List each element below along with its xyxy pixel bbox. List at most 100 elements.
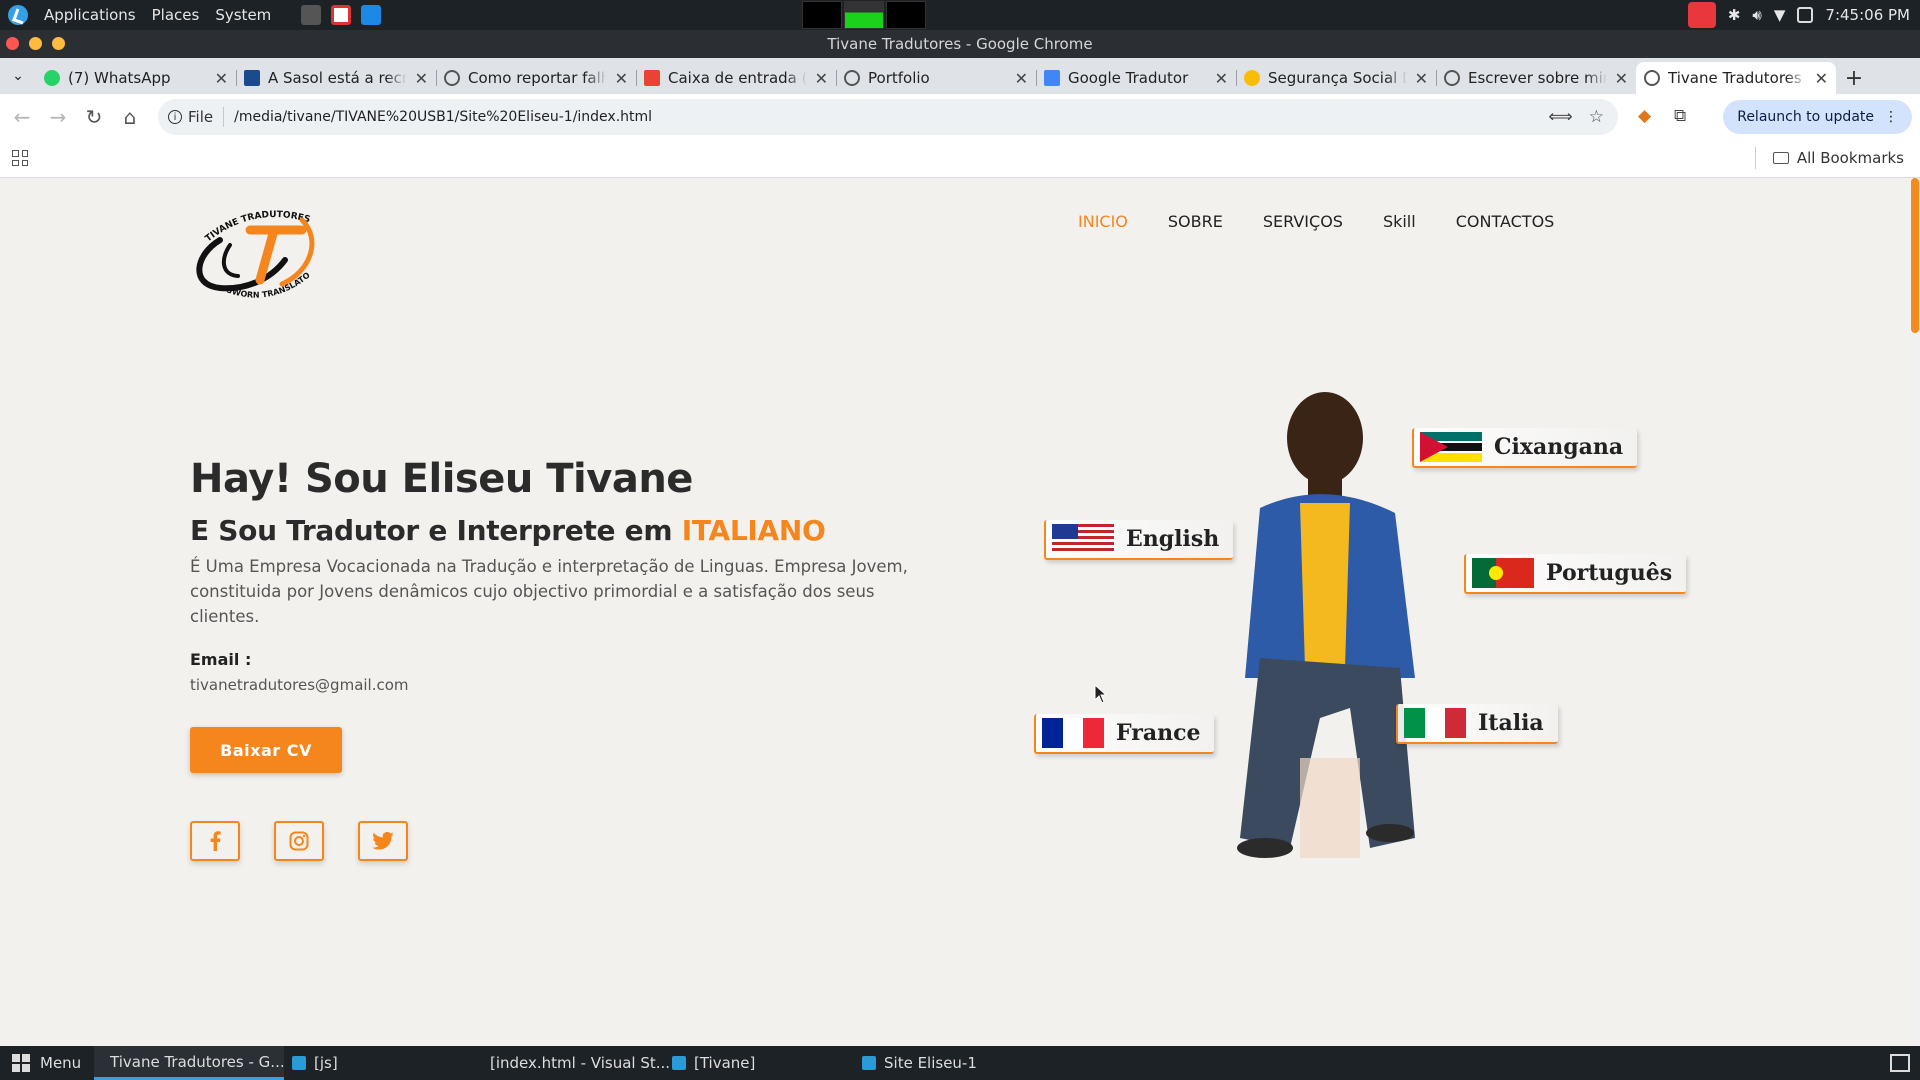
system-top-panel: Applications Places System ✱ 🔊︎ ▼ 7:45:0… bbox=[0, 0, 1920, 30]
maximize-window-button[interactable] bbox=[52, 37, 65, 50]
bookmark-star-icon[interactable]: ☆ bbox=[1589, 107, 1604, 127]
tab-como-reportar[interactable]: Como reportar falh ✕ bbox=[436, 62, 636, 94]
web-page: TIVANE TRADUTORES SWORN TRANSLATOR INICI… bbox=[0, 178, 1920, 1046]
back-arrow-icon[interactable]: ← bbox=[4, 105, 40, 129]
social-links bbox=[190, 821, 408, 861]
language-tag-italia: Italia bbox=[1396, 704, 1558, 744]
apps-grid-icon[interactable] bbox=[12, 150, 28, 166]
new-tab-button[interactable]: + bbox=[1836, 62, 1872, 94]
battery-icon[interactable] bbox=[1797, 7, 1814, 23]
italy-flag-icon bbox=[1404, 708, 1466, 738]
globe-favicon-icon bbox=[844, 70, 860, 86]
nav-contactos[interactable]: CONTACTOS bbox=[1456, 212, 1555, 231]
globe-favicon-icon bbox=[1644, 70, 1660, 86]
usa-flag-icon bbox=[1052, 524, 1114, 554]
google-translate-favicon-icon bbox=[1044, 70, 1060, 86]
close-tab-icon[interactable]: ✕ bbox=[615, 69, 628, 88]
all-bookmarks-button[interactable]: All Bookmarks bbox=[1754, 147, 1904, 169]
folder-icon bbox=[862, 1056, 876, 1070]
browser-toolbar: ← → ↻ ⌂ i File /media/tivane/TIVANE%20US… bbox=[0, 94, 1920, 140]
nav-servicos[interactable]: SERVIÇOS bbox=[1263, 212, 1343, 231]
close-tab-icon[interactable]: ✕ bbox=[415, 69, 428, 88]
places-menu[interactable]: Places bbox=[152, 6, 200, 24]
close-tab-icon[interactable]: ✕ bbox=[1415, 69, 1428, 88]
close-tab-icon[interactable]: ✕ bbox=[815, 69, 828, 88]
distro-logo-icon[interactable] bbox=[8, 5, 28, 25]
taskbar-item-js-folder[interactable]: [js] bbox=[284, 1046, 474, 1080]
hero-subtitle: E Sou Tradutor e Interprete em ITALIANO bbox=[190, 514, 826, 547]
download-cv-button[interactable]: Baixar CV bbox=[190, 727, 342, 773]
nav-inicio[interactable]: INICIO bbox=[1078, 212, 1128, 231]
hero-language-accent: ITALIANO bbox=[681, 514, 826, 547]
home-icon[interactable]: ⌂ bbox=[112, 105, 148, 129]
sasol-favicon-icon bbox=[244, 70, 260, 86]
tab-sasol[interactable]: A Sasol está a recru ✕ bbox=[236, 62, 436, 94]
globe-favicon-icon bbox=[444, 70, 460, 86]
mouse-cursor-icon bbox=[1094, 684, 1108, 704]
close-window-button[interactable] bbox=[6, 37, 19, 50]
site-nav: INICIO SOBRE SERVIÇOS Skill CONTACTOS bbox=[1078, 212, 1554, 231]
bluetooth-icon[interactable]: ✱ bbox=[1728, 6, 1741, 24]
tab-search-chevron-icon[interactable]: ⌄ bbox=[0, 58, 36, 94]
tab-tivane-tradutores[interactable]: Tivane Tradutores ✕ bbox=[1636, 62, 1836, 94]
page-scrollbar[interactable] bbox=[1910, 178, 1920, 1046]
tab-seguranca-social[interactable]: Segurança Social D ✕ bbox=[1236, 62, 1436, 94]
language-tag-cixangana: Cixangana bbox=[1412, 428, 1638, 468]
taskbar-item-chrome[interactable]: Tivane Tradutores - G... bbox=[94, 1046, 285, 1080]
taskbar-item-vscode[interactable]: [index.html - Visual St... bbox=[474, 1046, 670, 1080]
taskbar-item-site-eliseu-folder[interactable]: Site Eliseu-1 bbox=[854, 1046, 1044, 1080]
folder-icon bbox=[672, 1056, 686, 1070]
volume-icon[interactable]: 🔊︎ bbox=[1752, 6, 1761, 24]
nav-skill[interactable]: Skill bbox=[1383, 212, 1416, 231]
close-tab-icon[interactable]: ✕ bbox=[215, 69, 228, 88]
wifi-icon[interactable]: ▼ bbox=[1774, 6, 1786, 24]
close-tab-icon[interactable]: ✕ bbox=[1815, 69, 1828, 88]
show-desktop-icon[interactable] bbox=[1890, 1054, 1910, 1072]
vscode-launcher-icon[interactable] bbox=[361, 5, 382, 25]
clock[interactable]: 7:45:06 PM bbox=[1825, 6, 1910, 24]
forward-arrow-icon[interactable]: → bbox=[40, 105, 76, 129]
france-flag-icon bbox=[1042, 718, 1104, 748]
email-label: Email : bbox=[190, 650, 252, 669]
url-text[interactable]: /media/tivane/TIVANE%20USB1/Site%20Elise… bbox=[234, 109, 652, 125]
text-editor-launcher-icon[interactable] bbox=[331, 5, 352, 25]
drive-favicon-icon bbox=[1244, 70, 1260, 86]
reload-icon[interactable]: ↻ bbox=[76, 105, 112, 129]
tab-portfolio[interactable]: Portfolio ✕ bbox=[836, 62, 1036, 94]
tab-google-tradutor[interactable]: Google Tradutor ✕ bbox=[1036, 62, 1236, 94]
relaunch-to-update-button[interactable]: Relaunch to update ⋮ bbox=[1723, 100, 1912, 134]
bookmarks-bar: All Bookmarks bbox=[0, 140, 1920, 178]
address-bar[interactable]: i File /media/tivane/TIVANE%20USB1/Site%… bbox=[158, 99, 1618, 135]
instagram-icon[interactable] bbox=[274, 821, 324, 861]
site-info-chip[interactable]: i File bbox=[168, 107, 225, 127]
translate-page-icon[interactable]: ⟺ bbox=[1548, 107, 1572, 127]
terminal-launcher-icon[interactable] bbox=[301, 5, 322, 25]
language-tag-france: France bbox=[1034, 714, 1215, 754]
bottom-taskbar: Menu Tivane Tradutores - G... [js] [inde… bbox=[0, 1046, 1920, 1080]
tab-gmail[interactable]: Caixa de entrada (9 ✕ bbox=[636, 62, 836, 94]
close-tab-icon[interactable]: ✕ bbox=[1615, 69, 1628, 88]
nav-sobre[interactable]: SOBRE bbox=[1168, 212, 1223, 231]
system-menu[interactable]: System bbox=[215, 6, 271, 24]
tab-whatsapp[interactable]: (7) WhatsApp ✕ bbox=[36, 62, 236, 94]
extensions-puzzle-icon[interactable]: ⧉ bbox=[1674, 106, 1686, 126]
hero-title: Hay! Sou Eliseu Tivane bbox=[190, 456, 693, 502]
tab-strip: ⌄ (7) WhatsApp ✕ A Sasol está a recru ✕ Co… bbox=[0, 58, 1920, 94]
minimize-window-button[interactable] bbox=[29, 37, 42, 50]
folder-icon bbox=[1772, 152, 1789, 164]
close-tab-icon[interactable]: ✕ bbox=[1215, 69, 1228, 88]
applications-menu[interactable]: Applications bbox=[44, 6, 136, 24]
start-menu-button[interactable]: Menu bbox=[0, 1054, 94, 1072]
tivane-logo[interactable]: TIVANE TRADUTORES SWORN TRANSLATOR bbox=[190, 200, 335, 310]
mozambique-flag-icon bbox=[1420, 432, 1482, 462]
menu-grid-icon bbox=[12, 1054, 30, 1072]
tab-escrever-sobre-mim[interactable]: Escrever sobre mim ✕ bbox=[1436, 62, 1636, 94]
email-value: tivanetradutores@gmail.com bbox=[190, 676, 409, 694]
facebook-icon[interactable] bbox=[190, 821, 240, 861]
anydesk-tray-icon[interactable] bbox=[1687, 2, 1716, 28]
close-tab-icon[interactable]: ✕ bbox=[1015, 69, 1028, 88]
taskbar-item-tivane-folder[interactable]: [Tivane] bbox=[664, 1046, 854, 1080]
metamask-extension-icon[interactable]: ◆ bbox=[1638, 106, 1651, 126]
scrollbar-thumb[interactable] bbox=[1911, 178, 1919, 333]
twitter-icon[interactable] bbox=[358, 821, 408, 861]
